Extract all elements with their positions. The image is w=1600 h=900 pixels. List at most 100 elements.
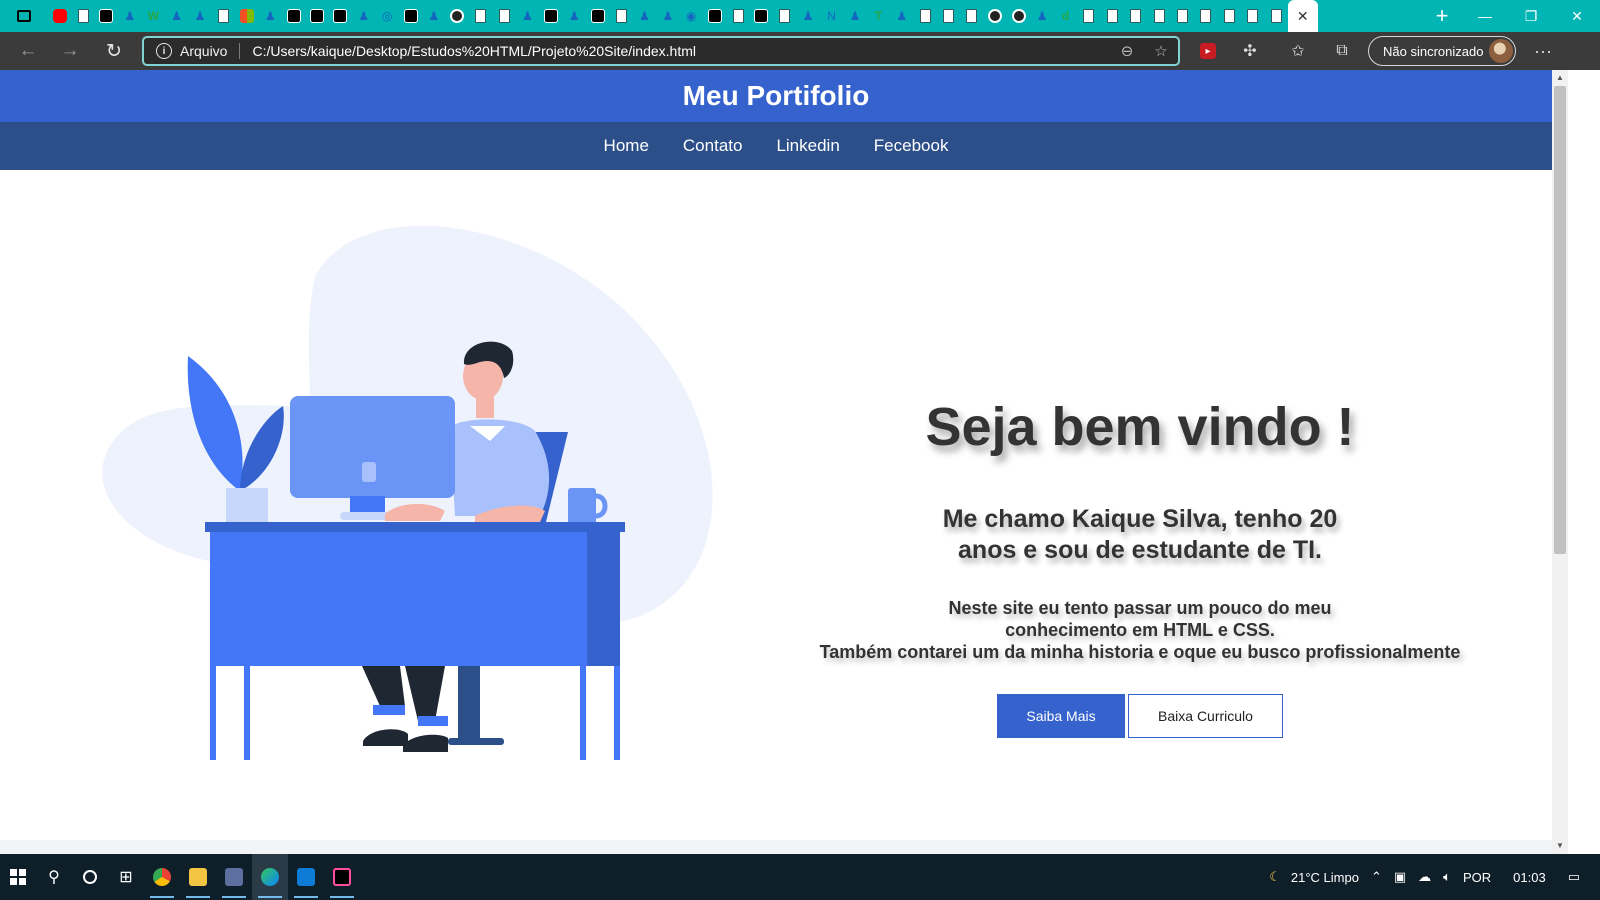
onedrive-button[interactable]: ☁ xyxy=(1412,854,1437,900)
tab[interactable]: W xyxy=(142,3,165,29)
tab[interactable] xyxy=(773,3,796,29)
tab[interactable] xyxy=(48,3,71,29)
tab[interactable]: ♟ xyxy=(188,3,211,29)
tab[interactable]: ♟ xyxy=(1030,3,1053,29)
tab[interactable] xyxy=(492,3,515,29)
tab[interactable] xyxy=(1241,3,1264,29)
weather-widget[interactable]: ☾ 21°C Limpo xyxy=(1263,854,1365,900)
tab[interactable]: ♟ xyxy=(843,3,866,29)
tab[interactable]: ♟ xyxy=(259,3,282,29)
info-icon[interactable]: i xyxy=(156,43,172,59)
tab[interactable]: T xyxy=(867,3,890,29)
volume-button[interactable]: 🔈︎ xyxy=(1437,854,1457,900)
extension-button[interactable]: ▸ xyxy=(1190,32,1226,70)
close-tab-icon[interactable]: ✕ xyxy=(1297,8,1309,25)
tab[interactable]: ♟ xyxy=(422,3,445,29)
page-scrollbar[interactable]: ▲ ▼ xyxy=(1552,70,1568,854)
tab[interactable] xyxy=(282,3,305,29)
tab[interactable] xyxy=(399,3,422,29)
extensions-button[interactable]: ✣ xyxy=(1232,32,1268,70)
tab[interactable]: ◉ xyxy=(680,3,703,29)
tab[interactable]: ♟ xyxy=(563,3,586,29)
tab[interactable]: ♟ xyxy=(352,3,375,29)
address-bar[interactable]: i Arquivo C:/Users/kaique/Desktop/Estudo… xyxy=(142,36,1180,66)
tab[interactable] xyxy=(446,3,469,29)
close-window-button[interactable]: ✕ xyxy=(1554,0,1600,32)
tab[interactable] xyxy=(1007,3,1030,29)
tab[interactable]: ♟ xyxy=(165,3,188,29)
taskbar-file-explorer[interactable] xyxy=(180,854,216,900)
tab[interactable] xyxy=(329,3,352,29)
tab[interactable] xyxy=(1124,3,1147,29)
saiba-mais-button[interactable]: Saiba Mais xyxy=(997,694,1125,738)
forward-button[interactable]: → xyxy=(48,32,92,70)
tab[interactable]: ◎ xyxy=(375,3,398,29)
taskbar-edge[interactable] xyxy=(252,854,288,900)
profile-button[interactable]: Não sincronizado xyxy=(1368,36,1516,66)
tab[interactable]: ♟ xyxy=(633,3,656,29)
nav-link-contato[interactable]: Contato xyxy=(683,136,743,156)
back-button[interactable]: ← xyxy=(6,32,50,70)
tray-app[interactable]: ▣ xyxy=(1388,854,1412,900)
taskbar-intellij[interactable] xyxy=(324,854,360,900)
scroll-up-icon[interactable]: ▲ xyxy=(1552,70,1568,86)
tab[interactable]: ♟ xyxy=(516,3,539,29)
task-view-button[interactable]: ⊞ xyxy=(108,854,144,900)
start-button[interactable] xyxy=(0,854,36,900)
tab[interactable] xyxy=(1101,3,1124,29)
restore-button[interactable]: ❐ xyxy=(1508,0,1554,32)
tab[interactable] xyxy=(305,3,328,29)
favorites-button[interactable]: ✩ xyxy=(1280,32,1316,70)
tab[interactable] xyxy=(95,3,118,29)
tab[interactable] xyxy=(984,3,1007,29)
more-menu-button[interactable]: ··· xyxy=(1525,32,1561,70)
tab[interactable] xyxy=(703,3,726,29)
tab[interactable] xyxy=(1194,3,1217,29)
minimize-button[interactable]: — xyxy=(1462,0,1508,32)
tab[interactable] xyxy=(71,3,94,29)
taskbar-vs[interactable] xyxy=(216,854,252,900)
scroll-thumb[interactable] xyxy=(1554,86,1566,554)
add-favorite-icon[interactable]: ☆ xyxy=(1144,42,1178,60)
tab[interactable] xyxy=(1264,3,1287,29)
cortana-button[interactable] xyxy=(72,854,108,900)
tab[interactable] xyxy=(1171,3,1194,29)
tab[interactable] xyxy=(960,3,983,29)
scroll-down-icon[interactable]: ▼ xyxy=(1552,838,1568,854)
new-tab-button[interactable]: + xyxy=(1422,3,1462,29)
nav-link-home[interactable]: Home xyxy=(604,136,649,156)
tab[interactable]: ♟ xyxy=(797,3,820,29)
zoom-icon[interactable]: ⊖ xyxy=(1110,42,1144,60)
notifications-button[interactable]: ▭ xyxy=(1562,854,1600,900)
reload-button[interactable]: ↻ xyxy=(92,32,136,70)
tab[interactable] xyxy=(586,3,609,29)
tab[interactable] xyxy=(235,3,258,29)
clock[interactable]: 01:03 xyxy=(1497,854,1562,900)
tab[interactable] xyxy=(1218,3,1241,29)
tab[interactable] xyxy=(469,3,492,29)
show-hidden-icons-button[interactable]: ⌃ xyxy=(1365,854,1388,900)
tab[interactable]: N xyxy=(820,3,843,29)
collections-button[interactable]: ⧉ xyxy=(1324,32,1360,70)
tab[interactable]: ♟ xyxy=(118,3,141,29)
tab[interactable]: d xyxy=(1054,3,1077,29)
tab[interactable] xyxy=(1147,3,1170,29)
nav-link-facebook[interactable]: Fecebook xyxy=(874,136,949,156)
tab[interactable]: ♟ xyxy=(890,3,913,29)
active-tab[interactable]: ✕ xyxy=(1287,0,1318,32)
search-button[interactable]: ⚲ xyxy=(36,854,72,900)
tab[interactable] xyxy=(1077,3,1100,29)
baixa-curriculo-button[interactable]: Baixa Curriculo xyxy=(1128,694,1283,738)
tab[interactable] xyxy=(913,3,936,29)
tab[interactable] xyxy=(212,3,235,29)
tab[interactable] xyxy=(726,3,749,29)
url-text[interactable]: C:/Users/kaique/Desktop/Estudos%20HTML/P… xyxy=(252,43,1110,59)
tab[interactable] xyxy=(937,3,960,29)
nav-link-linkedin[interactable]: Linkedin xyxy=(776,136,839,156)
tab[interactable] xyxy=(539,3,562,29)
taskbar-vscode[interactable] xyxy=(288,854,324,900)
tab[interactable] xyxy=(750,3,773,29)
language-indicator[interactable]: POR xyxy=(1457,854,1497,900)
tab-actions-button[interactable] xyxy=(0,0,48,32)
tab[interactable]: ♟ xyxy=(656,3,679,29)
